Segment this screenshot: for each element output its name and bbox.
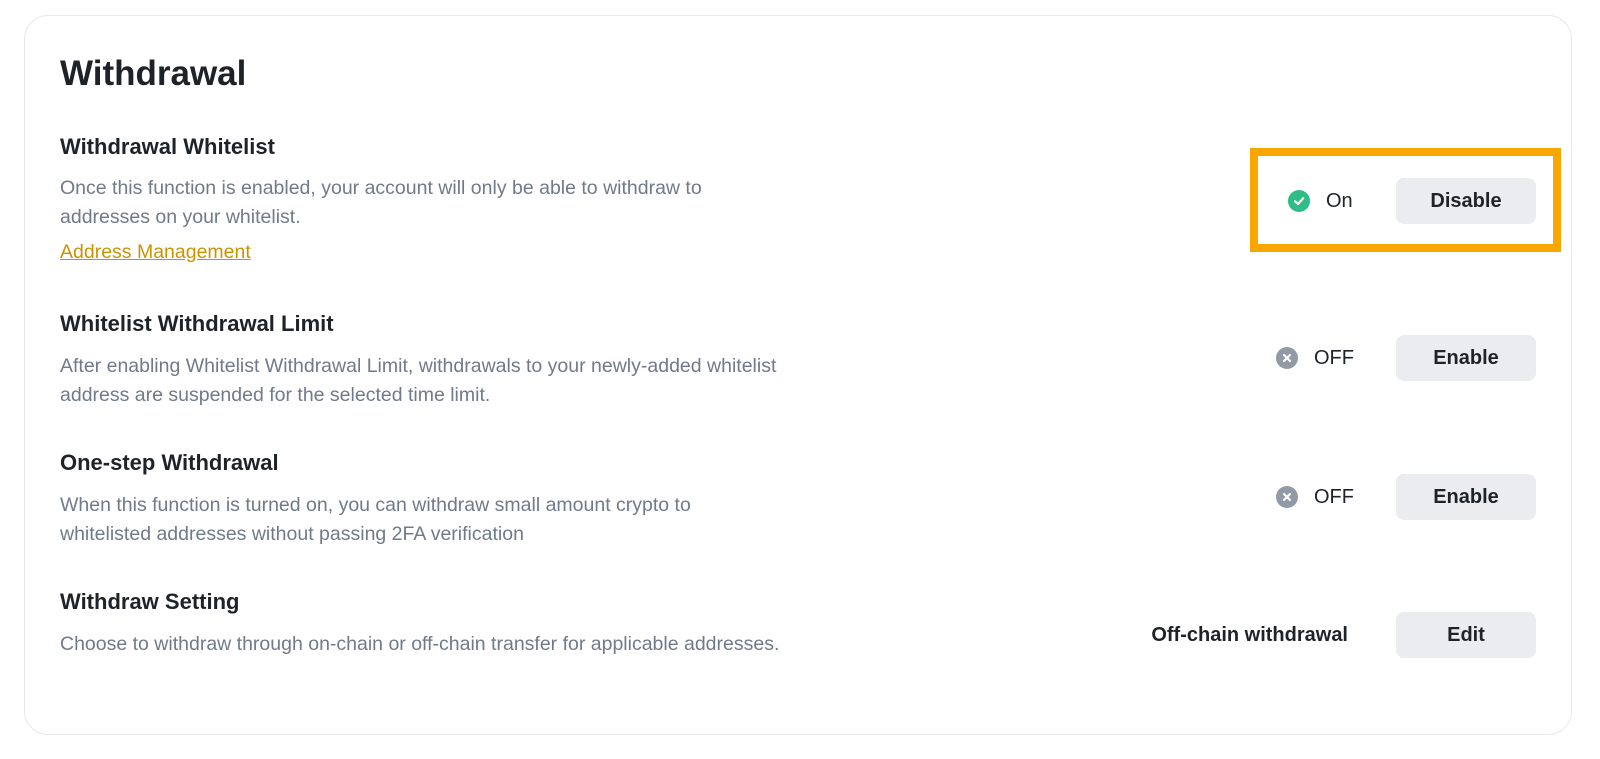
- limit-status: OFF: [1276, 335, 1354, 381]
- status-label: On: [1326, 189, 1353, 212]
- enable-one-step-button[interactable]: Enable: [1396, 474, 1536, 520]
- setting-description: Choose to withdraw through on-chain or o…: [60, 633, 780, 655]
- status-label: OFF: [1314, 346, 1354, 369]
- setting-description: After enabling Whitelist Withdrawal Limi…: [60, 355, 777, 406]
- enable-limit-button[interactable]: Enable: [1396, 335, 1536, 381]
- one-step-status: OFF: [1276, 474, 1354, 520]
- setting-title: Withdrawal Whitelist: [60, 134, 275, 159]
- edit-withdraw-setting-button[interactable]: Edit: [1396, 612, 1536, 658]
- disable-whitelist-button[interactable]: Disable: [1396, 178, 1536, 224]
- check-circle-icon: [1288, 190, 1310, 212]
- address-management-link[interactable]: Address Management: [60, 238, 251, 266]
- x-circle-icon: [1276, 486, 1298, 508]
- page-title: Withdrawal: [60, 54, 247, 93]
- x-circle-icon: [1276, 347, 1298, 369]
- setting-description: When this function is turned on, you can…: [60, 494, 691, 545]
- status-label: OFF: [1314, 485, 1354, 508]
- whitelist-status: On: [1288, 178, 1353, 224]
- withdraw-method-value: Off-chain withdrawal: [1151, 624, 1348, 646]
- setting-description: Once this function is enabled, your acco…: [60, 177, 702, 228]
